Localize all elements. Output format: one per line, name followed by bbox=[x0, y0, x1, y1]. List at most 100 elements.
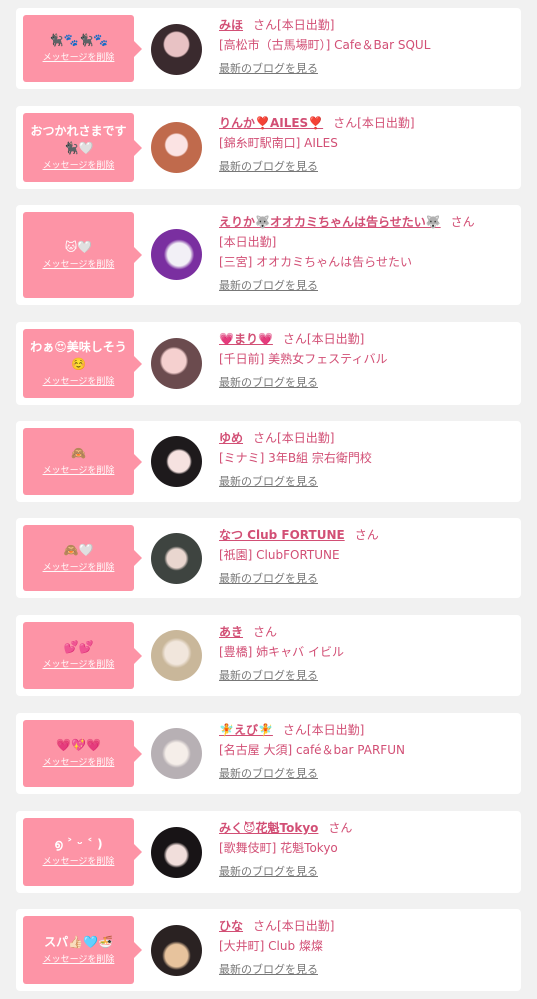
avatar[interactable] bbox=[151, 630, 202, 681]
avatar[interactable] bbox=[151, 728, 202, 779]
message-text: 🐱🤍 bbox=[64, 239, 93, 254]
status-text: [本日出勤] bbox=[277, 18, 335, 32]
shop-text: [豊橋] 姉キャバ イビル bbox=[219, 645, 344, 659]
status-text: [本日出勤] bbox=[277, 431, 335, 445]
shop-text: [大井町] Club 燦燦 bbox=[219, 939, 323, 953]
shop-text: [三宮] オオカミちゃんは告らせたい bbox=[219, 255, 412, 269]
avatar[interactable] bbox=[151, 827, 202, 878]
latest-blog-link[interactable]: 最新のブログを見る bbox=[219, 158, 318, 176]
profile-info: ゆめ さん[本日出勤] [ミナミ] 3年B組 宗右衛門校 最新のブログを見る bbox=[219, 428, 513, 491]
message-text: 🙈🤍 bbox=[63, 542, 94, 557]
profile-info: ひな さん[本日出勤] [大井町] Club 燦燦 最新のブログを見る bbox=[219, 916, 513, 979]
status-text: [本日出勤] bbox=[306, 723, 365, 737]
message-text: おつかれさまです 🐈‍⬛🤍 bbox=[30, 123, 127, 155]
shop-text: [歌舞伎町] 花魁Tokyo bbox=[219, 841, 338, 855]
list-item: 🐈‍⬛🐾🐈‍⬛🐾 メッセージを削除 みほ さん[本日出勤] [高松市（古馬場町）]… bbox=[16, 8, 521, 89]
delete-message-link[interactable]: メッセージを削除 bbox=[43, 159, 115, 173]
message-text: スパ👍🏻🩵🍜 bbox=[44, 934, 113, 949]
profile-name-link[interactable]: なつ Club FORTUNE bbox=[219, 528, 345, 542]
status-text: [本日出勤] bbox=[306, 332, 365, 346]
status-text: [本日出勤] bbox=[357, 116, 415, 130]
shop-text: [錦糸町駅南口] AILES bbox=[219, 136, 338, 150]
latest-blog-link[interactable]: 最新のブログを見る bbox=[219, 961, 318, 979]
honorific: さん bbox=[282, 723, 307, 737]
message-bubble: ൭ ˃ ᵕ ˂ ) メッセージを削除 bbox=[23, 818, 142, 886]
profile-info: 🧚えび🧚 さん[本日出勤] [名古屋 大須] café＆bar PARFUN 最新… bbox=[219, 720, 513, 783]
profile-name-link[interactable]: えりか🐺オオカミちゃんは告らせたい🐺 bbox=[219, 215, 441, 229]
profile-name-link[interactable]: 🧚えび🧚 bbox=[219, 723, 273, 737]
latest-blog-link[interactable]: 最新のブログを見る bbox=[219, 765, 318, 783]
message-bubble: 🙈 メッセージを削除 bbox=[23, 428, 142, 495]
profile-info: えりか🐺オオカミちゃんは告らせたい🐺 さん [本日出勤] [三宮] オオカミちゃん… bbox=[219, 212, 513, 295]
latest-blog-link[interactable]: 最新のブログを見る bbox=[219, 473, 318, 491]
delete-message-link[interactable]: メッセージを削除 bbox=[43, 258, 115, 272]
message-bubble: 💗💖💗 メッセージを削除 bbox=[23, 720, 142, 787]
profile-name-link[interactable]: みほ bbox=[219, 18, 243, 32]
honorific: さん bbox=[253, 919, 278, 933]
delete-message-link[interactable]: メッセージを削除 bbox=[43, 756, 115, 770]
profile-name-link[interactable]: りんか❣️AILES❣️ bbox=[219, 116, 323, 130]
profile-info: みく😈花魁Tokyo さん [歌舞伎町] 花魁Tokyo 最新のブログを見る bbox=[219, 818, 513, 881]
latest-blog-link[interactable]: 最新のブログを見る bbox=[219, 374, 318, 392]
delete-message-link[interactable]: メッセージを削除 bbox=[43, 51, 115, 65]
list-item: スパ👍🏻🩵🍜 メッセージを削除 ひな さん[本日出勤] [大井町] Club 燦燦… bbox=[16, 909, 521, 991]
delete-message-link[interactable]: メッセージを削除 bbox=[43, 953, 115, 967]
profile-name-link[interactable]: ひな bbox=[219, 919, 243, 933]
honorific: さん bbox=[253, 431, 278, 445]
latest-blog-link[interactable]: 最新のブログを見る bbox=[219, 570, 318, 588]
message-text: ൭ ˃ ᵕ ˂ ) bbox=[54, 836, 103, 851]
message-text: 🙈 bbox=[71, 446, 86, 460]
profile-info: なつ Club FORTUNE さん [祇園] ClubFORTUNE 最新のブロ… bbox=[219, 525, 513, 588]
latest-blog-link[interactable]: 最新のブログを見る bbox=[219, 667, 318, 685]
honorific: さん bbox=[328, 821, 353, 835]
honorific: さん bbox=[333, 116, 358, 130]
delete-message-link[interactable]: メッセージを削除 bbox=[43, 375, 115, 389]
latest-blog-link[interactable]: 最新のブログを見る bbox=[219, 60, 318, 78]
latest-blog-link[interactable]: 最新のブログを見る bbox=[219, 863, 318, 881]
list-item: 🐱🤍 メッセージを削除 えりか🐺オオカミちゃんは告らせたい🐺 さん [本日出勤] … bbox=[16, 205, 521, 305]
avatar[interactable] bbox=[151, 436, 202, 487]
profile-info: あき さん [豊橋] 姉キャバ イビル 最新のブログを見る bbox=[219, 622, 513, 685]
list-item: 🙈 メッセージを削除 ゆめ さん[本日出勤] [ミナミ] 3年B組 宗右衛門校 最… bbox=[16, 421, 521, 502]
profile-info: みほ さん[本日出勤] [高松市（古馬場町）] Cafe＆Bar SQUL 最新の… bbox=[219, 15, 513, 78]
message-bubble: 🙈🤍 メッセージを削除 bbox=[23, 525, 142, 591]
honorific: さん bbox=[354, 528, 379, 542]
avatar[interactable] bbox=[151, 925, 202, 976]
delete-message-link[interactable]: メッセージを削除 bbox=[43, 658, 115, 672]
honorific: さん bbox=[450, 215, 475, 229]
shop-text: [祇園] ClubFORTUNE bbox=[219, 548, 340, 562]
profile-name-link[interactable]: みく😈花魁Tokyo bbox=[219, 821, 318, 835]
status-text: [本日出勤] bbox=[219, 235, 277, 249]
shop-text: [千日前] 美熟女フェスティバル bbox=[219, 352, 388, 366]
avatar[interactable] bbox=[151, 24, 202, 75]
message-bubble: おつかれさまです 🐈‍⬛🤍 メッセージを削除 bbox=[23, 113, 142, 182]
delete-message-link[interactable]: メッセージを削除 bbox=[43, 464, 115, 478]
latest-blog-link[interactable]: 最新のブログを見る bbox=[219, 277, 318, 295]
shop-text: [高松市（古馬場町）] Cafe＆Bar SQUL bbox=[219, 38, 431, 52]
profile-name-link[interactable]: あき bbox=[219, 625, 243, 639]
profile-name-link[interactable]: 💗まり💗 bbox=[219, 332, 273, 346]
honorific: さん bbox=[253, 18, 278, 32]
avatar[interactable] bbox=[151, 122, 202, 173]
profile-info: 💗まり💗 さん[本日出勤] [千日前] 美熟女フェスティバル 最新のブログを見る bbox=[219, 329, 513, 392]
message-text: 🐈‍⬛🐾🐈‍⬛🐾 bbox=[48, 33, 109, 47]
honorific: さん bbox=[282, 332, 307, 346]
profile-name-link[interactable]: ゆめ bbox=[219, 431, 243, 445]
list-item: 💕💕 メッセージを削除 あき さん [豊橋] 姉キャバ イビル 最新のブログを見る bbox=[16, 615, 521, 696]
avatar[interactable] bbox=[151, 338, 202, 389]
avatar[interactable] bbox=[151, 533, 202, 584]
message-bubble: 🐈‍⬛🐾🐈‍⬛🐾 メッセージを削除 bbox=[23, 15, 142, 82]
shop-text: [名古屋 大須] café＆bar PARFUN bbox=[219, 743, 405, 757]
delete-message-link[interactable]: メッセージを削除 bbox=[43, 855, 115, 869]
shop-text: [ミナミ] 3年B組 宗右衛門校 bbox=[219, 451, 372, 465]
avatar[interactable] bbox=[151, 229, 202, 280]
delete-message-link[interactable]: メッセージを削除 bbox=[43, 561, 115, 575]
list-item: 💗💖💗 メッセージを削除 🧚えび🧚 さん[本日出勤] [名古屋 大須] café＆… bbox=[16, 713, 521, 794]
message-bubble: わぁ😍美味しそう ☺️ メッセージを削除 bbox=[23, 329, 142, 398]
message-bubble: 🐱🤍 メッセージを削除 bbox=[23, 212, 142, 298]
list-item: 🙈🤍 メッセージを削除 なつ Club FORTUNE さん [祇園] ClubF… bbox=[16, 518, 521, 598]
profile-info: りんか❣️AILES❣️ さん[本日出勤] [錦糸町駅南口] AILES 最新のブ… bbox=[219, 113, 513, 176]
message-bubble: 💕💕 メッセージを削除 bbox=[23, 622, 142, 689]
message-text: 💕💕 bbox=[63, 640, 94, 654]
status-text: [本日出勤] bbox=[277, 919, 335, 933]
